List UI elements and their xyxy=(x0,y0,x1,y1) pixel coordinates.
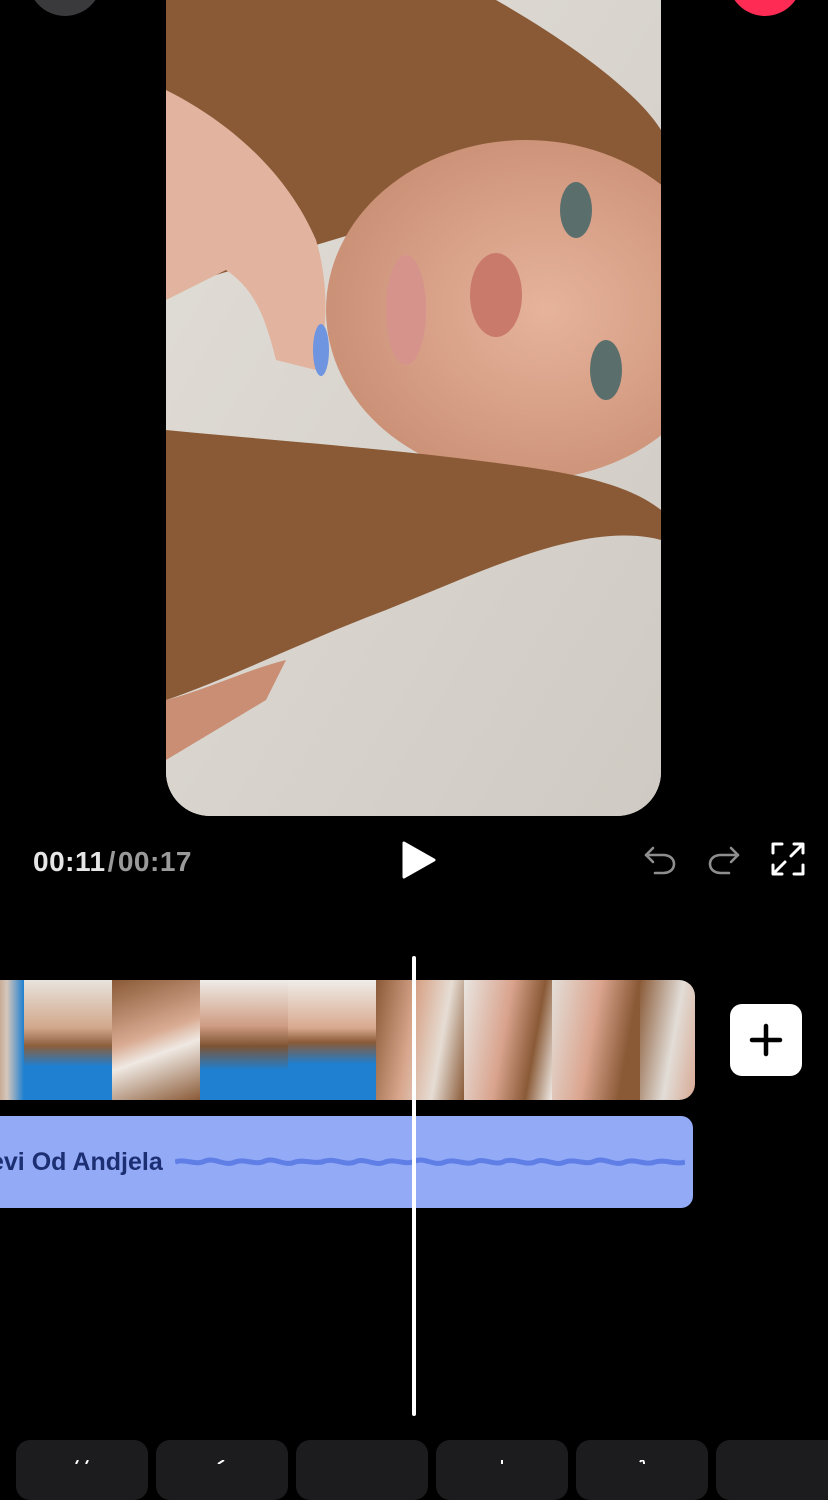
toolbar-button[interactable] xyxy=(156,1440,288,1500)
add-clip-button[interactable] xyxy=(730,1004,802,1076)
video-track[interactable] xyxy=(0,980,695,1100)
redo-button[interactable] xyxy=(705,840,743,878)
audio-waveform xyxy=(175,1157,685,1166)
video-thumbnail xyxy=(464,980,552,1100)
tool-icon xyxy=(75,1460,89,1464)
play-button[interactable] xyxy=(396,838,440,882)
video-frame-image xyxy=(166,0,661,816)
fullscreen-icon xyxy=(771,842,805,876)
video-thumbnail xyxy=(552,980,640,1100)
tool-icon xyxy=(501,1460,503,1464)
edit-toolbar xyxy=(16,1440,828,1500)
play-icon xyxy=(402,841,436,879)
plus-icon xyxy=(749,1023,783,1057)
video-thumbnail xyxy=(288,980,376,1100)
tool-icon xyxy=(217,1460,225,1464)
next-button[interactable] xyxy=(728,0,802,16)
playback-time: 00:11 / 00:17 xyxy=(33,846,192,878)
toolbar-button[interactable] xyxy=(436,1440,568,1500)
undo-icon xyxy=(644,846,676,875)
video-preview xyxy=(166,0,661,816)
time-separator: / xyxy=(107,846,116,877)
video-thumbnail xyxy=(0,980,24,1100)
toolbar-button[interactable] xyxy=(16,1440,148,1500)
redo-icon xyxy=(708,846,740,875)
video-thumbnail xyxy=(112,980,200,1100)
toolbar-button[interactable] xyxy=(716,1440,828,1500)
video-thumbnail xyxy=(24,980,112,1100)
close-button[interactable] xyxy=(28,0,102,16)
video-thumbnail xyxy=(640,980,695,1100)
fullscreen-button[interactable] xyxy=(769,840,807,878)
toolbar-button[interactable] xyxy=(576,1440,708,1500)
audio-track[interactable]: evi Od Andjela xyxy=(0,1116,693,1208)
undo-button[interactable] xyxy=(641,840,679,878)
video-thumbnail xyxy=(376,980,464,1100)
timeline-playhead[interactable] xyxy=(412,956,416,1416)
toolbar-button[interactable] xyxy=(296,1440,428,1500)
audio-track-label: evi Od Andjela xyxy=(0,1148,163,1176)
video-thumbnail xyxy=(200,980,288,1100)
total-time: 00:17 xyxy=(117,846,192,877)
tool-icon xyxy=(639,1460,645,1464)
current-time: 00:11 xyxy=(33,846,106,877)
